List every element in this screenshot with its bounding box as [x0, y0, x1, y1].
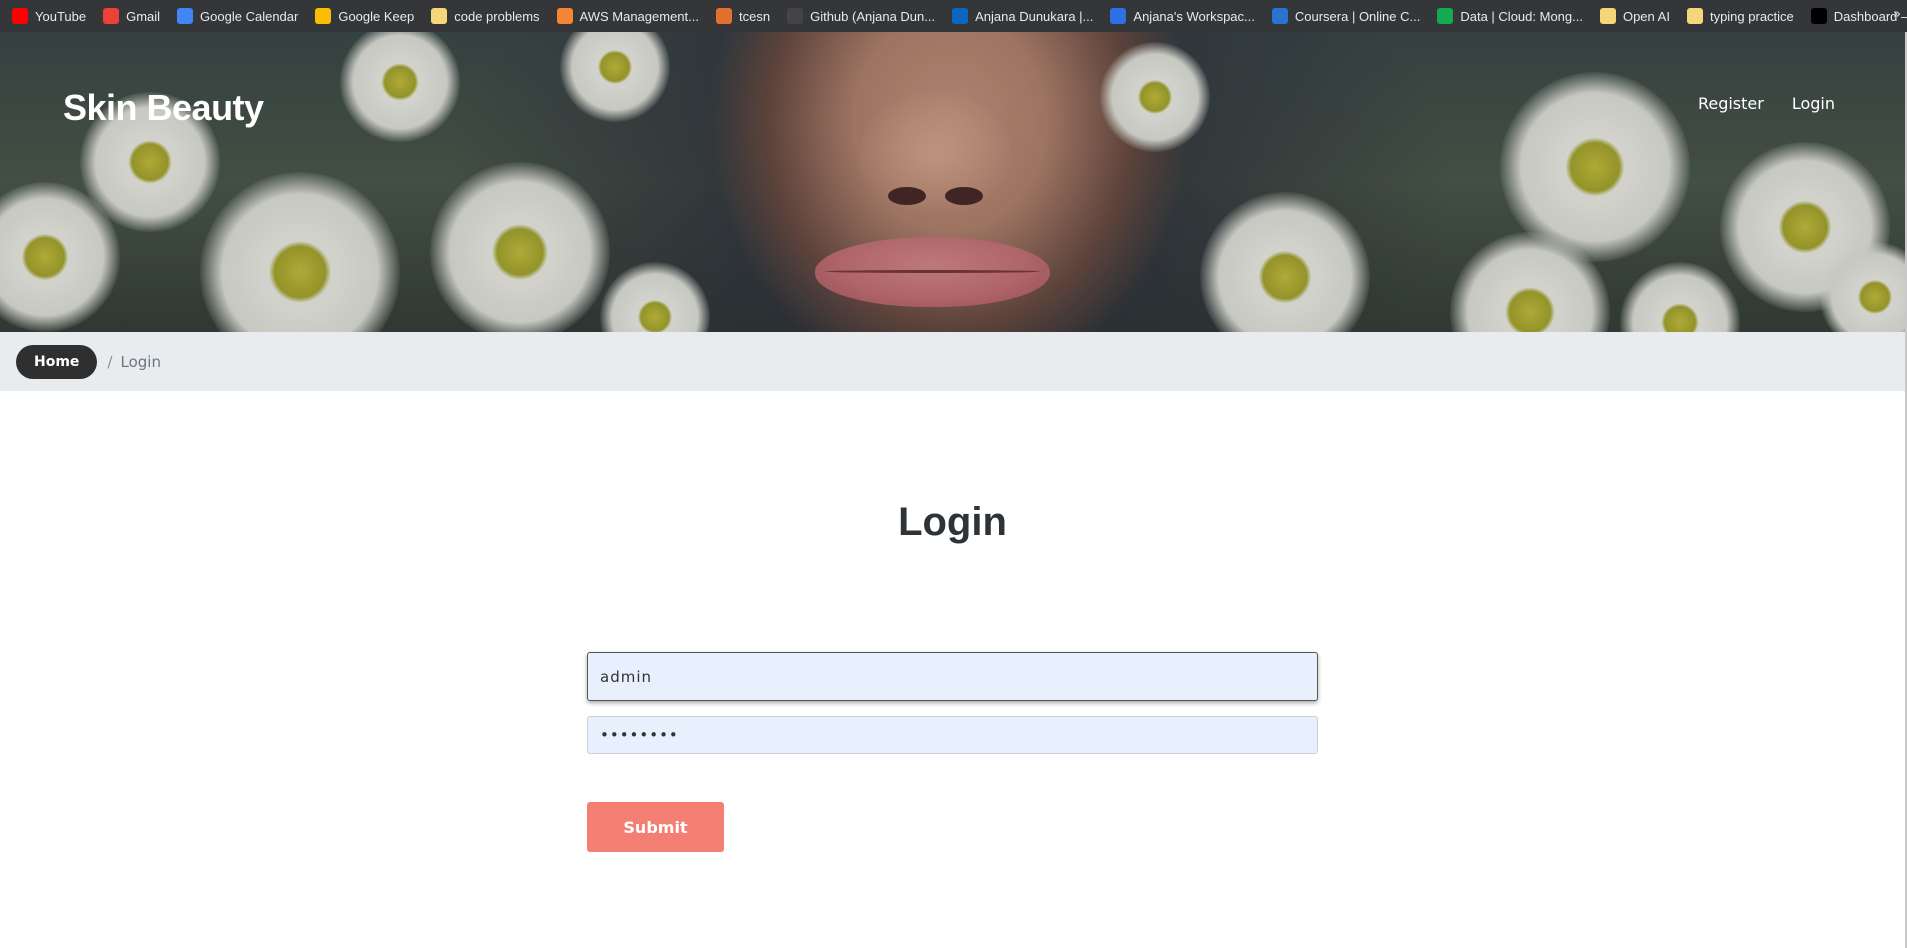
bookmark-label: code problems — [454, 8, 540, 24]
bookmark-item[interactable]: Data | Cloud: Mong... — [1437, 8, 1583, 24]
bookmark-item[interactable]: AWS Management... — [556, 8, 699, 24]
youtube-icon — [12, 8, 28, 24]
bookmark-label: Anjana's Workspac... — [1133, 8, 1255, 24]
bookmark-item[interactable]: YouTube — [12, 8, 86, 24]
folder-icon — [431, 8, 448, 24]
bookmark-item[interactable]: Open AI — [1599, 8, 1670, 24]
password-input[interactable] — [587, 716, 1318, 754]
hero-banner: Skin Beauty Register Login — [0, 32, 1905, 332]
page-title: Login — [898, 500, 1007, 544]
bookmark-item[interactable]: Anjana Dunukara |... — [952, 8, 1093, 24]
keep-icon — [315, 8, 332, 24]
bookmark-label: Google Calendar — [200, 8, 299, 24]
bookmark-item[interactable]: Coursera | Online C... — [1271, 8, 1421, 24]
username-input[interactable] — [587, 652, 1318, 701]
bookmark-item[interactable]: typing practice — [1686, 8, 1794, 24]
folder-icon — [1686, 8, 1703, 24]
workspace-icon — [1110, 8, 1127, 24]
bookmark-item[interactable]: Google Calendar — [177, 8, 298, 24]
vercel-icon — [1810, 8, 1827, 24]
bookmark-item[interactable]: Gmail — [103, 8, 160, 24]
bookmark-label: Gmail — [126, 8, 161, 24]
bookmark-label: AWS Management... — [579, 8, 699, 24]
bookmark-item[interactable]: Anjana's Workspac... — [1110, 8, 1255, 24]
coursera-icon — [1271, 8, 1288, 24]
bookmark-label: Anjana Dunukara |... — [975, 8, 1094, 24]
bookmark-item[interactable]: code problems — [431, 8, 540, 24]
bookmarks-overflow-icon[interactable]: » — [1893, 7, 1901, 22]
bookmark-label: YouTube — [35, 8, 87, 24]
gmail-icon — [103, 8, 120, 24]
bookmark-label: Data | Cloud: Mong... — [1460, 8, 1583, 24]
mongodb-icon — [1437, 8, 1454, 24]
github-icon — [787, 8, 804, 24]
bookmark-item[interactable]: Google Keep — [315, 8, 414, 24]
breadcrumb-home-link[interactable]: Home — [16, 344, 98, 379]
breadcrumb-current: Login — [120, 352, 161, 371]
linkedin-icon — [952, 8, 969, 24]
breadcrumb: Home / Login — [0, 332, 1905, 391]
bookmark-label: Open AI — [1622, 8, 1670, 24]
bookmark-item[interactable]: tcesn — [716, 8, 770, 24]
hero-overlay — [0, 32, 1905, 332]
calendar-icon — [177, 8, 194, 24]
tcesn-icon — [716, 8, 732, 24]
bookmarks-bar: YouTube Gmail Google Calendar Google Keep co… — [0, 0, 1907, 32]
top-nav: Register Login — [1670, 94, 1905, 113]
bookmark-item[interactable]: Github (Anjana Dun... — [787, 8, 935, 24]
bookmark-label: tcesn — [739, 8, 771, 24]
nav-login-link[interactable]: Login — [1792, 94, 1835, 113]
folder-icon — [1599, 8, 1616, 24]
bookmark-label: Google Keep — [338, 8, 415, 24]
submit-button[interactable]: Submit — [587, 802, 724, 852]
bookmark-label: Github (Anjana Dun... — [810, 8, 936, 24]
aws-icon — [556, 8, 573, 24]
nav-register-link[interactable]: Register — [1698, 94, 1764, 113]
breadcrumb-separator: / — [107, 352, 113, 371]
bookmark-label: typing practice — [1709, 8, 1794, 24]
bookmark-label: Coursera | Online C... — [1294, 8, 1421, 24]
site-brand[interactable]: Skin Beauty — [63, 87, 264, 129]
